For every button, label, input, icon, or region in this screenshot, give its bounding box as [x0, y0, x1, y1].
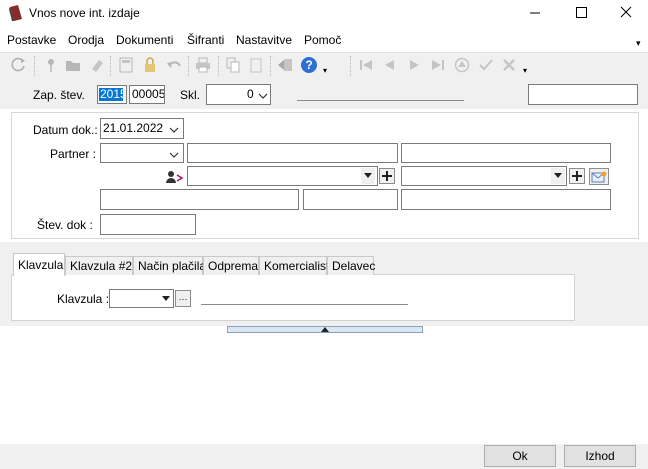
undo-icon[interactable] [165, 55, 183, 75]
first-record-icon[interactable] [357, 55, 375, 75]
menu-dokumenti[interactable]: Dokumenti [116, 33, 173, 47]
klavzula-combo[interactable] [109, 289, 174, 308]
stev-dok-field[interactable] [100, 214, 196, 235]
skl-label: Skl. [180, 88, 201, 102]
email-icon[interactable] [589, 168, 609, 185]
exit-icon[interactable] [276, 55, 294, 75]
partner-name2-field[interactable] [401, 143, 611, 163]
zap-label: Zap. štev. [33, 88, 85, 102]
tab-delavec[interactable]: Delavec [327, 256, 375, 275]
tab-komercialist[interactable]: Komercialist [259, 256, 329, 275]
prev-record-icon[interactable] [381, 55, 399, 75]
menu-postavke[interactable]: Postavke [7, 33, 56, 47]
city-field[interactable] [401, 189, 611, 210]
toolbar-separator [350, 56, 352, 76]
minimize-icon[interactable] [525, 4, 545, 22]
chevron-down-icon [169, 123, 179, 138]
chevron-down-icon [169, 148, 179, 162]
zap-year-selected-text: 2015 [100, 87, 127, 101]
chevron-up-icon [321, 327, 329, 332]
add-contact-button[interactable] [379, 168, 395, 184]
up-record-icon[interactable] [453, 55, 471, 75]
datum-select[interactable]: 21.01.2022 [100, 118, 184, 139]
skl-value: 0 [247, 87, 254, 101]
toolbar-separator [218, 56, 220, 76]
last-record-icon[interactable] [429, 55, 447, 75]
datum-value: 21.01.2022 [103, 121, 164, 135]
content-area [0, 334, 648, 444]
header-right-field[interactable] [528, 84, 638, 105]
print-icon[interactable] [194, 55, 212, 75]
menu-nastavitve[interactable]: Nastavitve [236, 33, 292, 47]
toolbar-separator [110, 56, 112, 76]
contact2-combo[interactable] [401, 166, 567, 186]
ok-button[interactable]: Ok [484, 445, 556, 467]
add-contact2-button[interactable] [569, 168, 585, 184]
close-icon[interactable] [616, 4, 636, 22]
datum-label: Datum dok.: [33, 123, 98, 137]
help-icon[interactable]: ? [300, 55, 318, 75]
tab-klavzula[interactable]: Klavzula [13, 253, 65, 276]
klavzula-description-line [201, 304, 408, 305]
tab-klavzula-2[interactable]: Klavzula #2 [65, 256, 133, 275]
chevron-down-icon [258, 89, 268, 104]
address-field[interactable] [100, 189, 299, 210]
svg-text:?: ? [305, 58, 312, 72]
klavzula-browse-button[interactable]: ··· [175, 290, 191, 307]
stev-dok-label: Štev. dok : [37, 218, 93, 232]
window-title: Vnos nove int. izdaje [29, 6, 140, 20]
calculator-icon[interactable] [117, 55, 135, 75]
splitter-handle[interactable] [227, 326, 423, 333]
izhod-button[interactable]: Izhod [564, 445, 636, 467]
confirm-icon[interactable] [477, 55, 495, 75]
skl-description-line [297, 100, 464, 101]
cancel-icon[interactable] [500, 55, 518, 75]
tab-nacin-placila[interactable]: Način plačila [133, 256, 206, 275]
postcode-field[interactable] [303, 189, 398, 210]
partner-select[interactable] [100, 143, 184, 163]
caret-down-icon [551, 168, 565, 184]
caret-down-icon [361, 168, 375, 184]
copy-icon[interactable] [224, 55, 242, 75]
partner-label: Partner : [50, 147, 97, 161]
eraser-icon[interactable] [88, 55, 106, 75]
tab-odprema[interactable]: Odprema [203, 256, 259, 275]
partner-name-field[interactable] [187, 143, 398, 163]
help-dropdown-icon[interactable]: ▾ [323, 66, 327, 75]
refresh-icon[interactable] [10, 55, 28, 75]
caret-down-icon [159, 290, 172, 307]
toolbar-separator [34, 56, 36, 76]
folder-icon[interactable] [64, 55, 82, 75]
klavzula-label: Klavzula : [57, 292, 110, 306]
maximize-icon[interactable] [571, 4, 591, 22]
menu-pomoc[interactable]: Pomoč [304, 33, 341, 47]
pin-icon[interactable] [42, 55, 60, 75]
toolbar-separator [188, 56, 190, 76]
menu-overflow-icon[interactable]: ▾ [636, 38, 641, 49]
contacts-icon[interactable] [165, 169, 185, 185]
toolbar-separator [270, 56, 272, 76]
menu-sifranti[interactable]: Šifranti [187, 33, 224, 47]
paste-icon[interactable] [247, 55, 265, 75]
contact-combo[interactable] [187, 166, 378, 186]
menu-orodja[interactable]: Orodja [68, 33, 104, 47]
zap-number-field[interactable]: 00005 [129, 85, 165, 104]
skl-select[interactable]: 0 [206, 84, 271, 105]
title-bar: Vnos nove int. izdaje [0, 0, 648, 27]
next-record-icon[interactable] [405, 55, 423, 75]
app-icon [9, 5, 23, 21]
cancel-dropdown-icon[interactable]: ▾ [523, 66, 527, 75]
lock-icon[interactable] [141, 55, 159, 75]
